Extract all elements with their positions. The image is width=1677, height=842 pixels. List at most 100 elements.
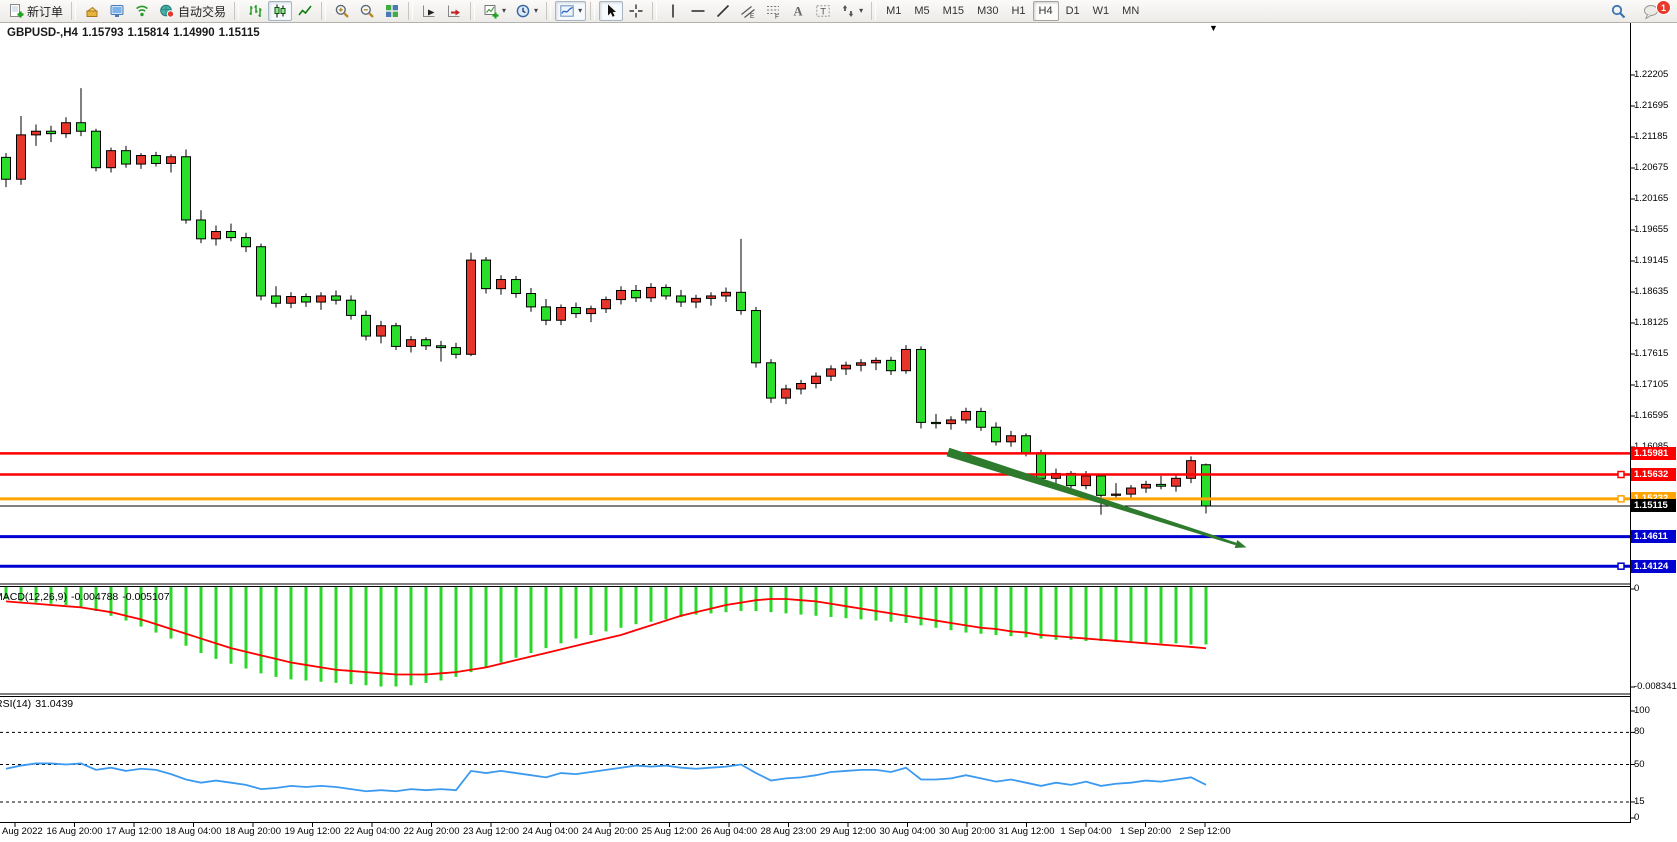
candle [587, 309, 596, 314]
template-icon [559, 3, 575, 19]
date-tick-label: 31 Aug 12:00 [999, 826, 1055, 837]
toolbar-separator [321, 2, 326, 20]
text-label-icon: T [815, 3, 831, 19]
rsi-indicator-label: RSI(14)31.0439 [0, 698, 77, 710]
tile-windows-icon [384, 3, 400, 19]
price-tick-label: 1.18125 [1634, 317, 1668, 328]
toolbar-button-cursor[interactable] [599, 1, 623, 21]
toolbar-button-tile-windows[interactable] [380, 1, 404, 21]
toolbar-button-arrows[interactable]: ▾ [836, 1, 867, 21]
crosshair-icon [628, 3, 644, 19]
candle [107, 151, 116, 168]
chevron-down-icon: ▾ [578, 7, 582, 15]
toolbar-button-chart-shift[interactable] [442, 1, 466, 21]
toolbar-button-trendline[interactable] [711, 1, 735, 21]
toolbar-button-hline[interactable] [686, 1, 710, 21]
date-tick-label: 25 Aug 12:00 [642, 826, 698, 837]
candle [947, 420, 956, 424]
toolbar-button-fibonacci[interactable]: F [761, 1, 785, 21]
trendline-icon [715, 3, 731, 19]
toolbar-button-line-chart[interactable] [293, 1, 317, 21]
macd-axis-bottom-label: -0.008341 [1634, 681, 1677, 692]
candle [647, 287, 656, 297]
search-button[interactable] [1606, 1, 1631, 21]
candle [857, 363, 866, 365]
toolbar-button-auto-scroll[interactable] [417, 1, 441, 21]
toolbar-button-zoom-in[interactable] [330, 1, 354, 21]
date-tick-label: 1 Sep 04:00 [1060, 826, 1111, 837]
fibonacci-icon: F [765, 3, 781, 19]
candle [527, 294, 536, 307]
candle [737, 292, 746, 310]
new-chart-icon [483, 3, 499, 19]
trading-platform-window: 新订单 自动交易 ▾ ▾ ▾ EFAT ▾ M1M5M15M30H1H4D1W1MN 1 GBP… [0, 0, 1677, 842]
timeframe-button-m30[interactable]: M30 [971, 1, 1004, 21]
toolbar-separator [871, 2, 876, 20]
search-icon [1610, 3, 1627, 20]
level-line-handle[interactable] [1618, 472, 1624, 478]
candle [962, 411, 971, 420]
rsi-axis-label: 80 [1634, 726, 1645, 737]
toolbar-button-template[interactable]: ▾ [555, 1, 586, 21]
timeframe-button-mn[interactable]: MN [1116, 1, 1145, 21]
candle [1142, 484, 1151, 488]
rsi-line [6, 763, 1206, 791]
level-line-handle[interactable] [1618, 563, 1624, 569]
candle [542, 307, 551, 320]
candle-chart-icon [272, 3, 288, 19]
candle [2, 157, 11, 179]
toolbar-button-bar-chart[interactable] [243, 1, 267, 21]
date-tick-label: 22 Aug 04:00 [344, 826, 400, 837]
timeframe-button-m5[interactable]: M5 [908, 1, 935, 21]
toolbar-button-text[interactable]: A [786, 1, 810, 21]
price-level-label: 1.14611 [1631, 530, 1676, 543]
toolbar-separator [590, 2, 595, 20]
candle [827, 369, 836, 376]
candle [812, 376, 821, 383]
candle [92, 131, 101, 167]
toolbar-separator [234, 2, 239, 20]
toolbar-button-label: 新订单 [27, 3, 63, 20]
candle [1172, 478, 1181, 486]
toolbar-button-market-watch[interactable] [80, 1, 104, 21]
toolbar-button-candle-chart[interactable] [268, 1, 292, 21]
timeframe-button-m15[interactable]: M15 [937, 1, 970, 21]
toolbar-button-zoom-out[interactable] [355, 1, 379, 21]
close-value: 1.15115 [219, 27, 260, 39]
toolbar-button-signal[interactable] [130, 1, 154, 21]
price-tick-label: 1.20165 [1634, 193, 1668, 204]
level-line-handle[interactable] [1618, 496, 1624, 502]
candle [1097, 476, 1106, 495]
trend-arrow-head[interactable] [1235, 540, 1247, 548]
candle [1022, 436, 1031, 453]
toolbar-button-period[interactable]: ▾ [511, 1, 542, 21]
price-tick-label: 1.20675 [1634, 162, 1668, 173]
chevron-down-icon: ▾ [502, 7, 506, 15]
toolbar-button-text-label[interactable]: T [811, 1, 835, 21]
timeframe-button-d1[interactable]: D1 [1060, 1, 1086, 21]
candle [1112, 494, 1121, 495]
toolbar-button-channel[interactable]: E [736, 1, 760, 21]
toolbar-button-new-chart[interactable]: ▾ [479, 1, 510, 21]
toolbar-button-data-window[interactable] [105, 1, 129, 21]
symbol-period-label: GBPUSD-,H4 [7, 27, 78, 39]
date-tick-label: Aug 2022 [2, 826, 43, 837]
toolbar-button-new-order[interactable]: 新订单 [4, 1, 67, 21]
timeframe-button-h4[interactable]: H4 [1033, 1, 1059, 21]
price-tick-label: 1.19145 [1634, 255, 1668, 266]
candle [77, 123, 86, 132]
date-tick-label: 18 Aug 20:00 [225, 826, 281, 837]
notifications-button[interactable]: 1 [1639, 1, 1665, 21]
candle [482, 260, 491, 289]
timeframe-button-w1[interactable]: W1 [1087, 1, 1116, 21]
candle [872, 360, 881, 362]
timeframe-button-h1[interactable]: H1 [1005, 1, 1031, 21]
toolbar-button-crosshair[interactable] [624, 1, 648, 21]
candle [497, 280, 506, 289]
toolbar-button-auto-trading[interactable]: 自动交易 [155, 1, 230, 21]
toolbar-button-label: 自动交易 [178, 3, 226, 20]
timeframe-button-m1[interactable]: M1 [880, 1, 907, 21]
chart-shift-marker[interactable]: ▼ [1209, 23, 1218, 33]
toolbar-button-vline[interactable] [661, 1, 685, 21]
candle [917, 349, 926, 422]
